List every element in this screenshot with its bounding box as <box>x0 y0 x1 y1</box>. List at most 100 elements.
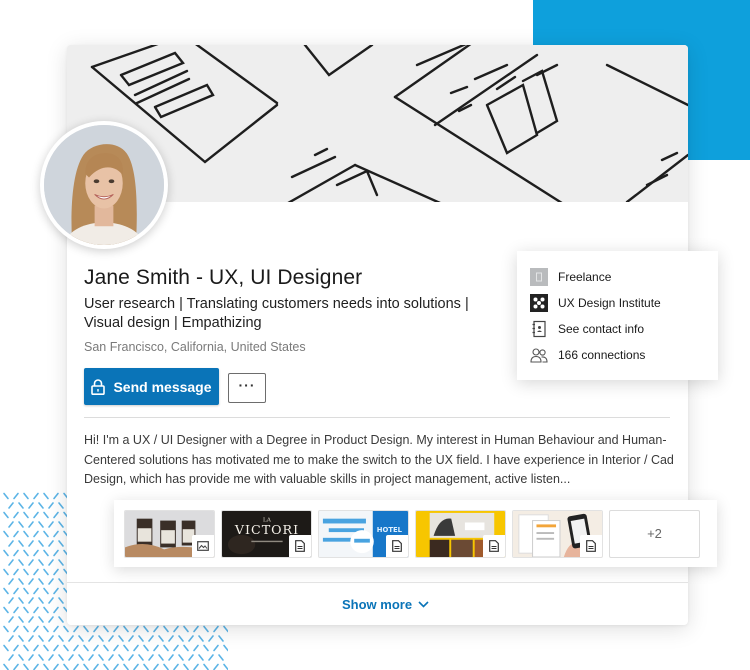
info-item-label: Freelance <box>558 270 612 284</box>
profile-headline: User research | Translating customers ne… <box>84 295 484 333</box>
pattern-dash <box>33 511 39 519</box>
more-options-icon: ··· <box>238 377 256 393</box>
pattern-dash <box>28 559 34 566</box>
pattern-dash <box>8 559 14 566</box>
pattern-dash <box>108 654 114 661</box>
pattern-dash <box>3 530 9 538</box>
pattern-dash <box>133 663 139 670</box>
pattern-dash <box>198 654 204 661</box>
pattern-dash <box>118 635 124 642</box>
more-options-button[interactable]: ··· <box>228 373 266 403</box>
pattern-dash <box>43 606 49 614</box>
pattern-dash <box>38 540 44 547</box>
pattern-dash <box>78 635 84 642</box>
pattern-dash <box>23 511 29 519</box>
pattern-dash <box>133 644 139 652</box>
pattern-dash <box>203 625 209 633</box>
media-item-la-victoria-restaurant[interactable]: VICTORI LA <box>221 509 312 558</box>
pattern-dash <box>13 492 19 500</box>
pattern-dash <box>173 644 179 652</box>
pattern-dash <box>3 663 9 670</box>
pattern-dash <box>93 663 99 670</box>
pattern-dash <box>38 654 44 661</box>
info-item-label: 166 connections <box>558 348 646 362</box>
pattern-dash <box>28 616 34 623</box>
pattern-dash <box>53 492 59 500</box>
pattern-dash <box>98 654 104 661</box>
pattern-dash <box>48 502 54 509</box>
pattern-dash <box>48 559 54 566</box>
pattern-dash <box>28 654 34 661</box>
document-icon <box>289 534 311 557</box>
pattern-dash <box>58 502 64 509</box>
pattern-dash <box>18 616 24 623</box>
info-item-school[interactable]: UX Design Institute <box>530 290 718 316</box>
pattern-dash <box>58 559 64 566</box>
pattern-dash <box>193 644 199 652</box>
pattern-dash <box>103 625 109 633</box>
pattern-dash <box>143 644 149 652</box>
pattern-dash <box>3 587 9 595</box>
pattern-dash <box>28 597 34 604</box>
pattern-dash <box>48 616 54 623</box>
pattern-dash <box>83 644 89 652</box>
pattern-dash <box>58 654 64 661</box>
pattern-dash <box>83 663 89 670</box>
pattern-dash <box>223 663 228 670</box>
pattern-dash <box>188 654 194 661</box>
pattern-dash <box>88 635 94 642</box>
media-item-mobile-app[interactable] <box>512 509 603 558</box>
pattern-dash <box>18 654 24 661</box>
pattern-dash <box>213 625 219 633</box>
pattern-dash <box>113 625 119 633</box>
pattern-dash <box>143 625 149 633</box>
pattern-dash <box>53 587 59 595</box>
media-more-button[interactable]: +2 <box>609 509 700 558</box>
pattern-dash <box>153 644 159 652</box>
media-item-yellow-website[interactable] <box>415 509 506 558</box>
pattern-dash <box>38 521 44 528</box>
connections-icon <box>530 346 548 364</box>
pattern-dash <box>143 663 149 670</box>
pattern-dash <box>138 635 144 642</box>
info-item-company[interactable]: Freelance <box>530 264 718 290</box>
pattern-dash <box>183 663 189 670</box>
pattern-dash <box>128 635 134 642</box>
pattern-dash <box>18 540 24 547</box>
school-icon <box>530 294 548 312</box>
pattern-dash <box>148 654 154 661</box>
pattern-dash <box>103 663 109 670</box>
pattern-dash <box>113 663 119 670</box>
show-more-button[interactable]: Show more <box>342 597 429 612</box>
headline-line-2: Visual design | Empathizing <box>84 315 262 331</box>
pattern-dash <box>163 625 169 633</box>
info-item-label: See contact info <box>558 322 645 336</box>
pattern-dash <box>183 625 189 633</box>
profile-avatar[interactable] <box>40 121 168 249</box>
info-item-contact[interactable]: See contact info <box>530 316 718 342</box>
pattern-dash <box>28 635 34 642</box>
pattern-dash <box>3 492 9 500</box>
document-icon <box>483 534 505 557</box>
info-item-connections[interactable]: 166 connections <box>530 342 718 368</box>
pattern-dash <box>13 606 19 614</box>
pattern-dash <box>38 502 44 509</box>
pattern-dash <box>43 530 49 538</box>
pattern-dash <box>208 654 214 661</box>
pattern-dash <box>68 654 74 661</box>
show-more-label: Show more <box>342 597 413 612</box>
pattern-dash <box>53 663 59 670</box>
pattern-dash <box>193 663 199 670</box>
pattern-dash <box>88 654 94 661</box>
headline-line-1: User research | Translating customers ne… <box>84 296 469 312</box>
media-item-packaging-project[interactable] <box>124 509 215 558</box>
send-message-button[interactable]: Send message <box>84 368 219 405</box>
pattern-dash <box>38 635 44 642</box>
pattern-dash <box>3 606 9 614</box>
media-item-hotel-website[interactable]: HOTEL <box>318 509 409 558</box>
pattern-dash <box>3 625 9 633</box>
pattern-dash <box>43 568 49 576</box>
pattern-dash <box>8 616 14 623</box>
pattern-dash <box>73 625 79 633</box>
pattern-dash <box>133 625 139 633</box>
